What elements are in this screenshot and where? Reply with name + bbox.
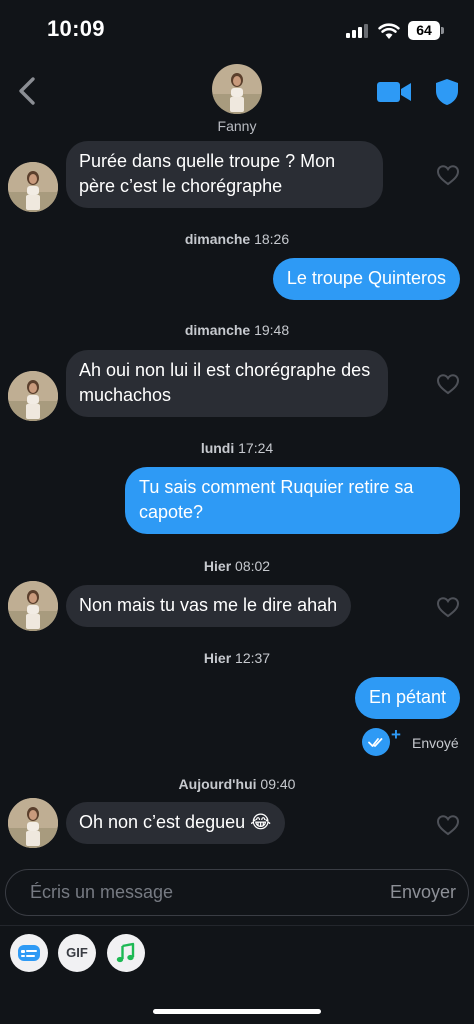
- timestamp: Hier 08:02: [0, 558, 474, 574]
- timestamp: Aujourd'hui 09:40: [0, 776, 474, 792]
- divider: [0, 925, 474, 926]
- status-time: 10:09: [47, 16, 105, 41]
- timestamp-time: 18:26: [254, 231, 290, 247]
- incoming-message-bubble[interactable]: Purée dans quelle troupe ? Mon père c’es…: [66, 141, 383, 208]
- home-indicator: [153, 1009, 321, 1014]
- heart-outline-icon[interactable]: [436, 164, 460, 186]
- contact-avatar-small[interactable]: [8, 581, 58, 631]
- timestamp-day: lundi: [200, 440, 235, 456]
- incoming-message-bubble[interactable]: Oh non c’est degueu 😂: [66, 802, 286, 844]
- timestamp-day: dimanche: [184, 231, 251, 247]
- contact-avatar[interactable]: [212, 64, 262, 114]
- timestamp-time: 19:48: [254, 322, 290, 338]
- incoming-message-bubble[interactable]: Non mais tu vas me le dire ahah: [66, 585, 352, 627]
- contact-avatar-small[interactable]: [8, 162, 58, 212]
- avatar-photo: [8, 162, 58, 212]
- avatar-photo: [212, 64, 262, 114]
- contact-avatar-small[interactable]: [8, 798, 58, 848]
- message-composer[interactable]: Écris un message Envoyer: [5, 869, 469, 916]
- battery-tip: [441, 27, 444, 34]
- wifi-icon: [378, 23, 400, 39]
- sent-status-label: Envoyé: [412, 735, 459, 751]
- timestamp-time: 08:02: [235, 558, 271, 574]
- contact-name: Fanny: [217, 118, 257, 134]
- outgoing-message-bubble[interactable]: Le troupe Quinteros: [272, 258, 460, 300]
- music-note-icon: [116, 942, 135, 963]
- sticker-button[interactable]: [10, 934, 48, 972]
- battery-level: 64: [408, 21, 440, 40]
- video-camera-icon[interactable]: [376, 80, 412, 104]
- cellular-signal-icon: [346, 24, 370, 38]
- heart-outline-icon[interactable]: [436, 596, 460, 618]
- timestamp-day: Hier: [203, 558, 232, 574]
- chat-header: Fanny: [0, 60, 474, 140]
- status-bar: 10:09 64: [0, 0, 474, 60]
- message-status: + Envoyé: [360, 725, 470, 758]
- timestamp-day: Hier: [203, 650, 232, 666]
- timestamp: dimanche 19:48: [0, 322, 474, 338]
- back-chevron-icon[interactable]: [14, 76, 42, 106]
- plus-icon: +: [391, 725, 401, 744]
- timestamp: lundi 17:24: [0, 440, 474, 456]
- outgoing-message-bubble[interactable]: Tu sais comment Ruquier retire sa capote…: [125, 467, 460, 534]
- heart-outline-icon[interactable]: [436, 373, 460, 395]
- avatar-photo: [8, 581, 58, 631]
- timestamp-time: 12:37: [235, 650, 271, 666]
- shield-icon[interactable]: [434, 78, 460, 106]
- music-button[interactable]: [107, 934, 145, 972]
- timestamp-day: dimanche: [184, 322, 251, 338]
- timestamp-time: 17:24: [238, 440, 274, 456]
- heart-outline-icon[interactable]: [436, 814, 460, 836]
- gif-button[interactable]: GIF: [58, 934, 96, 972]
- outgoing-message-bubble[interactable]: En pétant: [354, 677, 460, 719]
- timestamp: dimanche 18:26: [0, 231, 474, 247]
- timestamp-time: 09:40: [260, 776, 296, 792]
- timestamp: Hier 12:37: [0, 650, 474, 666]
- incoming-message-bubble[interactable]: Ah oui non lui il est chorégraphe des mu…: [66, 350, 388, 417]
- avatar-photo: [8, 371, 58, 421]
- message-input[interactable]: Écris un message: [30, 882, 173, 903]
- contact-avatar-small[interactable]: [8, 371, 58, 421]
- avatar-photo: [8, 798, 58, 848]
- send-button[interactable]: Envoyer: [390, 882, 456, 903]
- timestamp-day: Aujourd'hui: [178, 776, 257, 792]
- double-check-icon: [362, 728, 390, 756]
- sticker-icon: [18, 945, 40, 961]
